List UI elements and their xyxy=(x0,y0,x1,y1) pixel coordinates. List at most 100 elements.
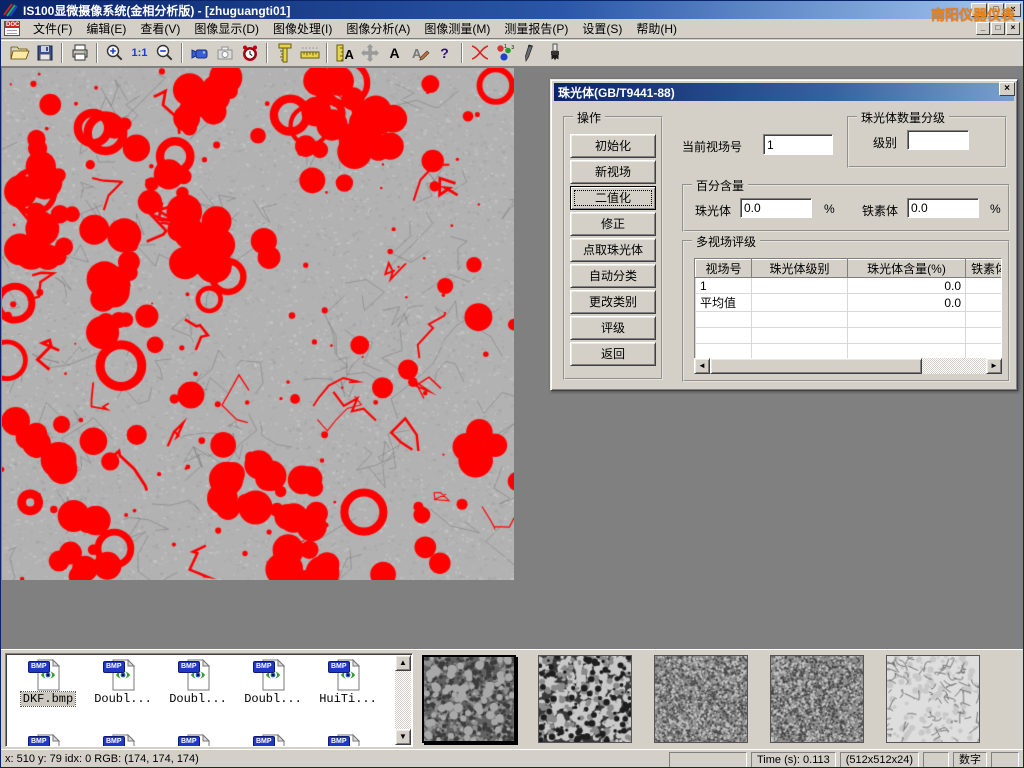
bmp-file-icon: BMP xyxy=(256,659,290,691)
caliper-button[interactable] xyxy=(272,41,297,65)
file-item[interactable]: BMP xyxy=(162,734,234,747)
thumbnail-1[interactable] xyxy=(422,655,516,743)
menu-measure-report[interactable]: 测量报告(P) xyxy=(497,18,575,39)
col-field-no[interactable]: 视场号 xyxy=(696,260,752,278)
new-field-button[interactable]: 新视场 xyxy=(570,160,656,184)
scroll-down-button[interactable]: ▼ xyxy=(395,729,411,745)
move-cross-button[interactable] xyxy=(357,41,382,65)
print-button[interactable] xyxy=(67,41,92,65)
table-horizontal-scrollbar[interactable]: ◄ ► xyxy=(694,358,1002,374)
menu-edit[interactable]: 编辑(E) xyxy=(79,18,133,39)
thumbnail-2[interactable] xyxy=(538,655,632,743)
scrollbar-thumb[interactable] xyxy=(710,358,922,374)
file-item[interactable]: BMP xyxy=(237,734,309,747)
file-name[interactable]: Doubl... xyxy=(167,692,229,706)
menu-settings[interactable]: 设置(S) xyxy=(575,18,629,39)
table-row[interactable]: 1 0.0 xyxy=(696,278,1003,294)
ferrite-percent-input[interactable] xyxy=(907,198,979,218)
zoom-1to1-button[interactable]: 1:1 xyxy=(127,41,152,65)
pearlite-percent-input[interactable] xyxy=(740,198,812,218)
col-pearlite-grade[interactable]: 珠光体级别 xyxy=(752,260,848,278)
menu-view[interactable]: 查看(V) xyxy=(133,18,187,39)
pearlite-dialog: 珠光体(GB/T9441-88) × 操作 初始化 新视场 二值化 修正 点取珠… xyxy=(550,79,1018,391)
thumbnail-4[interactable] xyxy=(770,655,864,743)
status-coordinates: x: 510 y: 79 idx: 0 RGB: (174, 174, 174) xyxy=(1,752,665,768)
bmp-file-icon: BMP xyxy=(181,659,215,691)
menu-file[interactable]: 文件(F) xyxy=(26,18,79,39)
toolbar-separator xyxy=(326,43,328,63)
application-window: IS100显微摄像系统(金相分析版) - [zhuguangti01] _ □ … xyxy=(0,0,1024,768)
menu-help[interactable]: 帮助(H) xyxy=(629,18,684,39)
still-camera-button[interactable] xyxy=(212,41,237,65)
pick-pearlite-button[interactable]: 点取珠光体 xyxy=(570,238,656,262)
file-list[interactable]: BMP DKF.bmp BMP Doubl... BMP Doubl... xyxy=(5,653,413,747)
measure-text-button[interactable]: A xyxy=(332,41,357,65)
menu-image-processing[interactable]: 图像处理(I) xyxy=(266,18,339,39)
file-name[interactable]: DKF.bmp xyxy=(21,692,75,706)
thumbnail-5[interactable] xyxy=(886,655,980,743)
scroll-right-button[interactable]: ► xyxy=(986,358,1002,374)
grade-input[interactable] xyxy=(907,130,969,150)
file-name[interactable]: Doubl... xyxy=(242,692,304,706)
cell-content: 0.0 xyxy=(848,278,966,294)
file-item[interactable]: BMP Doubl... xyxy=(237,659,309,706)
file-item[interactable]: BMP xyxy=(12,734,84,747)
file-name[interactable]: Doubl... xyxy=(92,692,154,706)
save-button[interactable] xyxy=(32,41,57,65)
table-row[interactable]: 平均值 0.0 xyxy=(696,294,1003,312)
zoom-in-button[interactable] xyxy=(102,41,127,65)
file-item[interactable]: BMP xyxy=(87,734,159,747)
file-item[interactable]: BMP HuiTi... xyxy=(312,659,384,706)
menu-image-measure[interactable]: 图像测量(M) xyxy=(417,18,497,39)
file-item[interactable]: BMP xyxy=(312,734,384,747)
col-ferrite-content[interactable]: 铁素体含量(%) xyxy=(966,260,1003,278)
file-item[interactable]: BMP Doubl... xyxy=(162,659,234,706)
table-row[interactable] xyxy=(696,328,1003,344)
measure-text-icon: A xyxy=(335,43,355,63)
toolbar-separator xyxy=(461,43,463,63)
help-button[interactable]: ? xyxy=(432,41,457,65)
ruler-button[interactable] xyxy=(297,41,322,65)
correct-button[interactable]: 修正 xyxy=(570,212,656,236)
scroll-up-button[interactable]: ▲ xyxy=(395,655,411,671)
file-item-selected[interactable]: BMP DKF.bmp xyxy=(12,659,84,706)
thumbnail-3[interactable] xyxy=(654,655,748,743)
grade-label: 级别 xyxy=(873,134,897,151)
status-mode: 数字 xyxy=(953,752,987,768)
auto-classify-button[interactable]: 自动分类 xyxy=(570,264,656,288)
window-title: IS100显微摄像系统(金相分析版) - [zhuguangti01] xyxy=(23,2,290,19)
zoom-out-button[interactable] xyxy=(152,41,177,65)
probe-button[interactable] xyxy=(517,41,542,65)
current-field-input[interactable] xyxy=(763,134,833,155)
table-row[interactable] xyxy=(696,312,1003,328)
dialog-close-button[interactable]: × xyxy=(999,82,1015,96)
change-class-button[interactable]: 更改类别 xyxy=(570,290,656,314)
toolbar-separator xyxy=(61,43,63,63)
curve-tool-button[interactable] xyxy=(467,41,492,65)
brush-button[interactable] xyxy=(542,41,567,65)
classify-button[interactable]: 13 xyxy=(492,41,517,65)
video-capture-button[interactable] xyxy=(187,41,212,65)
col-pearlite-content[interactable]: 珠光体含量(%) xyxy=(848,260,966,278)
caliper-icon xyxy=(275,43,295,63)
rating-table[interactable]: 视场号 珠光体级别 珠光体含量(%) 铁素体含量(%) 1 0.0 xyxy=(694,258,1002,360)
file-item[interactable]: BMP Doubl... xyxy=(87,659,159,706)
return-button[interactable]: 返回 xyxy=(570,342,656,366)
font-button[interactable]: A xyxy=(382,41,407,65)
scroll-left-button[interactable]: ◄ xyxy=(694,358,710,374)
zoom-out-icon xyxy=(155,43,175,63)
classify-balls-icon: 13 xyxy=(495,43,515,63)
timer-button[interactable] xyxy=(237,41,262,65)
dialog-title-bar[interactable]: 珠光体(GB/T9441-88) xyxy=(554,83,1014,101)
binarize-button[interactable]: 二值化 xyxy=(570,186,656,210)
menu-image-analysis[interactable]: 图像分析(A) xyxy=(339,18,417,39)
init-button[interactable]: 初始化 xyxy=(570,134,656,158)
file-name[interactable]: HuiTi... xyxy=(317,692,379,706)
file-list-vertical-scrollbar[interactable]: ▲ ▼ xyxy=(395,655,411,745)
menu-image-display[interactable]: 图像显示(D) xyxy=(187,18,266,39)
annotate-button[interactable]: A xyxy=(407,41,432,65)
metallograph-image[interactable] xyxy=(2,68,514,580)
open-button[interactable] xyxy=(7,41,32,65)
rate-button[interactable]: 评级 xyxy=(570,316,656,340)
percent-group-label: 百分含量 xyxy=(692,177,748,194)
